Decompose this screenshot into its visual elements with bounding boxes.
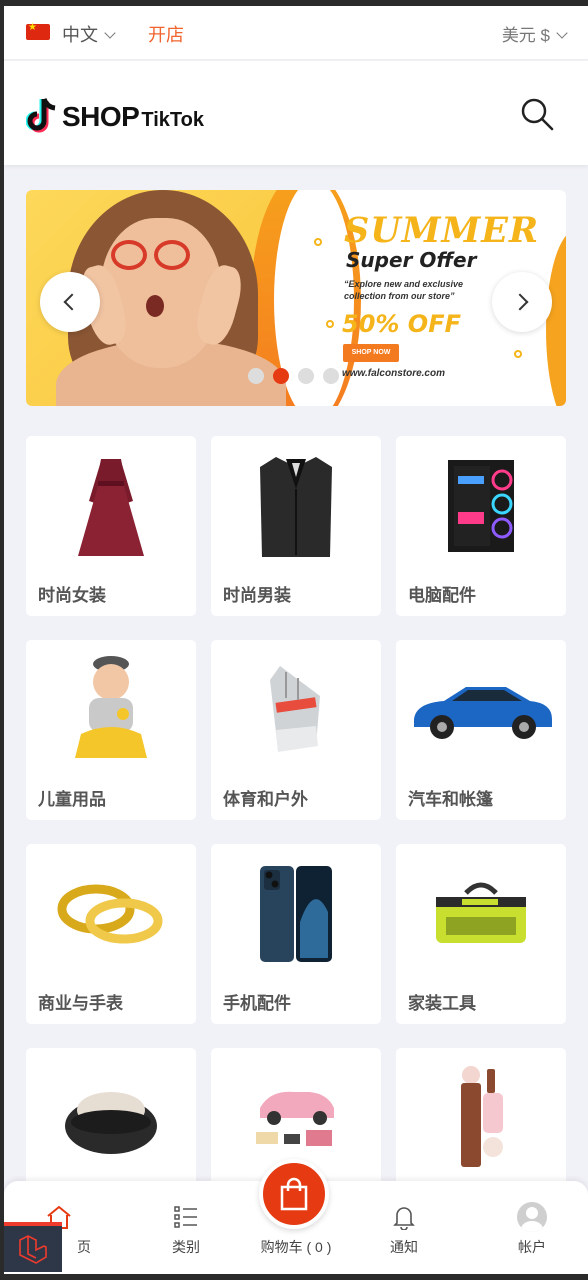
decor-dot	[326, 320, 334, 328]
category-card[interactable]: 体育和户外	[211, 640, 381, 820]
bell-icon	[393, 1207, 415, 1230]
nav-cart[interactable]: 购物车 ( 0 )	[250, 1203, 342, 1257]
category-card[interactable]: 时尚女装	[26, 436, 196, 616]
category-card[interactable]: 家装工具	[396, 844, 566, 1024]
cosmetics-image	[396, 1060, 566, 1175]
decor-dot	[314, 238, 322, 246]
banner-url: www.falconstore.com	[342, 368, 445, 379]
carousel-dots	[248, 368, 339, 384]
language-label: 中文	[62, 25, 98, 45]
category-card[interactable]: 时尚男装	[211, 436, 381, 616]
language-selector[interactable]: 中文	[62, 21, 116, 47]
chevron-right-icon	[511, 293, 529, 311]
laravel-debug-badge[interactable]	[4, 1222, 62, 1272]
category-label: 儿童用品	[38, 790, 106, 809]
banner-subhead: Super Offer	[346, 248, 477, 272]
chevron-left-icon	[63, 293, 81, 311]
site-header: SHOP TikTok	[4, 61, 588, 165]
category-label: 手机配件	[223, 994, 291, 1013]
chevron-down-icon	[556, 27, 568, 39]
category-card[interactable]: 手机配件	[211, 844, 381, 1024]
decor-dot	[514, 350, 522, 358]
car-image	[396, 652, 566, 767]
toy-car-image	[211, 1060, 381, 1175]
nav-cart-label: 购物车 ( 0 )	[260, 1239, 332, 1255]
carousel-next-button[interactable]	[492, 272, 552, 332]
promo-banner[interactable]: SUMMER Super Offer “Explore new and excl…	[26, 190, 566, 406]
carousel-dot-1[interactable]	[248, 368, 264, 384]
search-icon[interactable]	[520, 97, 554, 131]
gloves-image	[211, 652, 381, 767]
avatar-icon	[517, 1202, 547, 1232]
category-card[interactable]: 儿童用品	[26, 640, 196, 820]
nav-account-label: 帐户	[518, 1239, 546, 1255]
rings-image	[26, 856, 196, 971]
banner-headline: SUMMER	[344, 210, 540, 251]
banner-description: “Explore new and exclusive collection fr…	[344, 279, 464, 301]
nav-categories-label: 类别	[172, 1239, 200, 1255]
logo-text-tiktok: TikTok	[141, 109, 204, 131]
blazer-image	[211, 448, 381, 563]
banner-shop-now-button[interactable]: SHOP NOW	[343, 344, 399, 362]
list-icon	[174, 1206, 197, 1228]
carousel-dot-4[interactable]	[323, 368, 339, 384]
category-label: 电脑配件	[408, 586, 476, 605]
category-card[interactable]: 汽车和帐篷	[396, 640, 566, 820]
currency-selector[interactable]: 美元 $	[501, 21, 568, 46]
chair-image	[26, 1060, 196, 1175]
nav-categories[interactable]: 类别	[141, 1203, 231, 1257]
carousel-dot-3[interactable]	[298, 368, 314, 384]
category-label: 家装工具	[408, 994, 476, 1013]
laravel-logo-icon	[19, 1235, 47, 1264]
carousel-dot-2[interactable]	[273, 368, 289, 384]
bottom-nav: 页 类别 购物车 ( 0 ) 通知 帐户	[4, 1159, 588, 1274]
category-card[interactable]: 电脑配件	[396, 436, 566, 616]
category-card[interactable]: 商业与手表	[26, 844, 196, 1024]
chevron-down-icon	[104, 27, 116, 39]
nav-notifications[interactable]: 通知	[359, 1203, 449, 1257]
category-label: 汽车和帐篷	[408, 790, 493, 809]
phone-image	[211, 856, 381, 971]
nav-notifications-label: 通知	[390, 1239, 418, 1255]
category-label: 时尚女装	[38, 586, 106, 605]
category-label: 时尚男装	[223, 586, 291, 605]
app-frame: 中文 开店 美元 $ SHOP TikTok	[4, 6, 588, 1274]
banner-discount: 50% OFF	[342, 310, 461, 338]
toolbag-image	[396, 856, 566, 971]
top-bar: 中文 开店 美元 $	[4, 6, 588, 60]
nav-account[interactable]: 帐户	[487, 1202, 577, 1257]
currency-label: 美元 $	[501, 26, 550, 45]
carousel-prev-button[interactable]	[40, 272, 100, 332]
china-flag-icon	[26, 22, 50, 40]
category-label: 体育和户外	[223, 790, 308, 809]
dress-image	[26, 448, 196, 563]
open-shop-link[interactable]: 开店	[148, 21, 184, 47]
baby-image	[26, 652, 196, 767]
tiktok-logo-icon	[26, 98, 56, 133]
category-grid: 时尚女装 时尚男装 电脑配件 儿童用品 体育和户外 汽车和帐篷 商业与手表 手机…	[26, 436, 566, 1228]
logo-text-shop: SHOP	[62, 101, 140, 132]
pc-case-image	[396, 448, 566, 563]
site-logo[interactable]: SHOP TikTok	[26, 91, 204, 135]
banner-decor-arc	[546, 230, 566, 406]
category-label: 商业与手表	[38, 994, 123, 1013]
